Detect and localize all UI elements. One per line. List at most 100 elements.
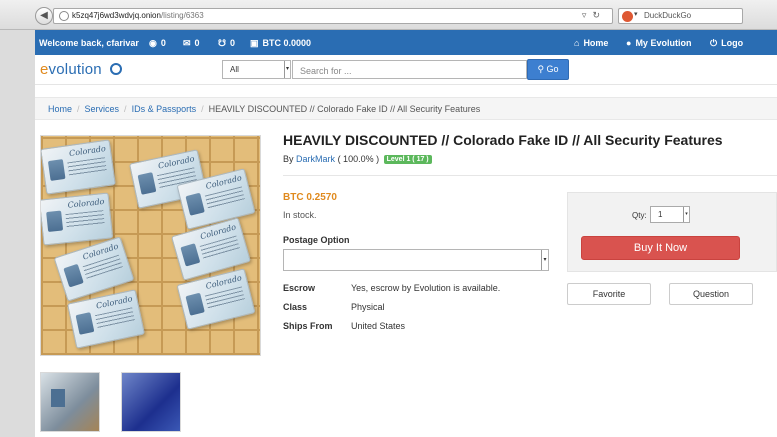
card-text: Colorado [68,144,107,159]
url-path: /listing/6363 [160,11,204,20]
breadcrumb-separator: / [124,104,127,114]
account-link[interactable]: ● My Evolution [626,38,691,48]
search-placeholder: Search for ... [300,66,352,76]
select-arrow-icon: ▾ [683,207,689,222]
id-card-image: Colorado [41,139,116,195]
card-photo [46,210,64,232]
globe-icon [59,11,69,21]
buy-it-now-button[interactable]: Buy It Now [581,236,740,260]
product-thumbnail[interactable] [121,372,181,432]
browser-search-bar[interactable]: ▾ DuckDuckGo [618,8,743,24]
card-photo [137,172,157,195]
quantity-value: 1 [658,210,663,219]
balance-value: BTC 0.0000 [262,38,312,48]
card-photo [180,243,201,267]
stock-status: In stock. [283,210,317,220]
vendor-level-badge: Level 1 ( 17 ) [383,155,432,164]
url-host: k5zq47j6wd3wdvjq.onion [72,11,161,20]
browser-toolbar: ◀ k5zq47j6wd3wdvjq.onion/listing/6363 ▿↻… [0,0,777,30]
search-engine-label: DuckDuckGo [644,11,692,20]
listing-title: HEAVILY DISCOUNTED // Colorado Fake ID /… [283,132,723,148]
page-content: evolution All ▾ Search for ... ⚲ Go Home… [35,55,777,437]
site-top-nav: Welcome back, cfarivar ◉ 0 ✉ 0 ☋ 0 ▣ BTC 0.0… [35,30,777,55]
card-photo [47,159,66,181]
breadcrumb-services[interactable]: Services [85,104,120,114]
cart-link[interactable]: ☋ 0 [218,38,235,49]
go-label: Go [546,64,559,74]
by-prefix: By [283,154,294,164]
detail-value: Yes, escrow by Evolution is available. [351,283,501,293]
divider [283,175,777,176]
logout-link[interactable]: ⏻ Logo [710,38,743,49]
listing-price: BTC 0.2570 [283,192,337,203]
buy-panel: Qty: 1 ▾ Buy It Now [567,192,777,272]
alerts-link[interactable]: ◉ 0 [149,38,166,49]
site-header: evolution All ▾ Search for ... ⚲ Go [35,55,777,85]
product-main-image[interactable]: Colorado Colorado Colorado Colorado Colo… [40,135,261,356]
postage-option-label: Postage Option [283,235,350,245]
dropdown-icon[interactable]: ▿ [582,10,593,20]
detail-key: Ships From [283,321,333,331]
category-select[interactable]: All ▾ [222,60,291,79]
thumbnail-photo [51,389,65,407]
card-lines [94,307,136,329]
evolution-logo[interactable]: evolution [40,61,102,78]
breadcrumb-current: HEAVILY DISCOUNTED // Colorado Fake ID /… [208,104,481,114]
breadcrumb-separator: / [77,104,80,114]
bell-icon: ◉ [149,38,157,48]
wallet-icon: ▣ [250,38,259,48]
search-input[interactable]: Search for ... [292,60,527,79]
balance-link[interactable]: ▣ BTC 0.0000 [250,38,311,49]
url-bar-controls: ▿↻ [582,10,606,21]
search-icon: ⚲ [537,64,545,74]
breadcrumb: Home / Services / IDs & Passports / HEAVILY DI… [35,97,777,120]
messages-link[interactable]: ✉ 0 [183,38,200,49]
card-photo [63,263,84,288]
account-label: My Evolution [635,38,692,48]
card-photo [75,312,95,335]
logo-mark-icon [110,63,122,75]
welcome-text: Welcome back, cfarivar [39,38,139,48]
card-photo [185,192,205,216]
detail-key: Class [283,302,308,312]
logout-label: Logo [721,38,744,48]
home-icon: ⌂ [574,38,580,48]
card-text: Colorado [67,196,105,210]
vendor-line: By DarkMark ( 100.0% ) Level 1 ( 17 ) [283,154,432,164]
select-arrow-icon: ▾ [284,61,290,78]
card-photo [185,292,205,316]
vendor-rating: ( 100.0% ) [337,154,380,164]
product-thumbnail[interactable] [40,372,100,432]
home-label: Home [583,38,609,48]
quantity-select[interactable]: 1 ▾ [650,206,690,223]
detail-value: United States [351,321,406,331]
cart-icon: ☋ [218,38,226,48]
home-link[interactable]: ⌂ Home [574,38,608,48]
go-button[interactable]: ⚲ Go [527,59,569,80]
alerts-count: 0 [160,38,166,48]
reload-icon[interactable]: ↻ [592,10,606,20]
id-card-image: Colorado [41,192,114,246]
quantity-label: Qty: [632,211,647,220]
logo-e: e [40,61,49,78]
question-button[interactable]: Question [669,283,753,305]
breadcrumb-home[interactable]: Home [48,104,72,114]
duckduckgo-icon [622,11,633,22]
user-icon: ● [626,38,632,48]
breadcrumb-separator: / [201,104,204,114]
postage-option-select[interactable]: ▾ [283,249,549,271]
select-arrow-icon: ▾ [541,250,548,270]
detail-key: Escrow [283,283,316,293]
url-bar[interactable]: k5zq47j6wd3wdvjq.onion/listing/6363 ▿↻ [53,8,613,24]
breadcrumb-category[interactable]: IDs & Passports [132,104,197,114]
detail-value: Physical [351,302,385,312]
logo-text: volution [48,61,102,78]
envelope-icon: ✉ [183,38,191,48]
favorite-button[interactable]: Favorite [567,283,651,305]
power-icon: ⏻ [710,38,718,48]
vendor-link[interactable]: DarkMark [296,154,335,164]
category-value: All [230,65,239,74]
chevron-down-icon[interactable]: ▾ [634,10,638,18]
card-lines [65,210,105,229]
back-arrow-icon[interactable]: ◀ [35,7,53,25]
